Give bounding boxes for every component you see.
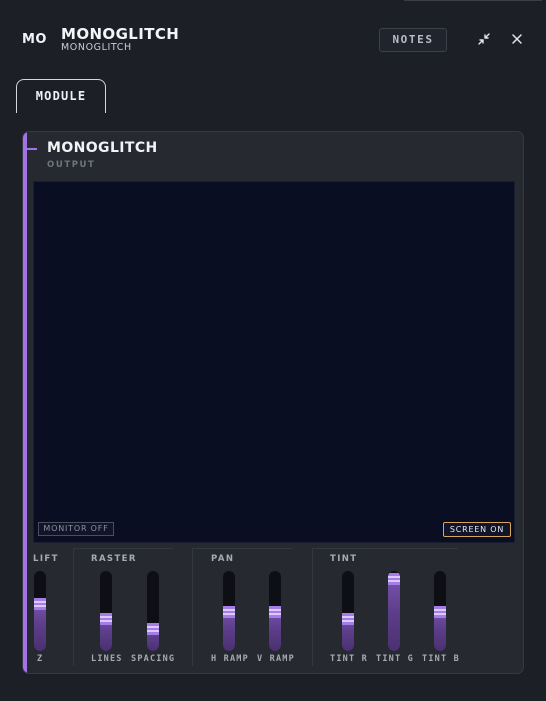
screen-on-button[interactable]: SCREEN ON	[443, 522, 511, 537]
slider-spacing[interactable]	[147, 571, 159, 651]
slider-thumb[interactable]	[223, 606, 235, 619]
slider-thumb[interactable]	[434, 606, 446, 619]
monitor-off-button[interactable]: MONITOR OFF	[38, 522, 114, 536]
slider-label-z: Z	[37, 654, 44, 664]
slider-thumb[interactable]	[100, 613, 112, 626]
slider-tint-g[interactable]	[388, 571, 400, 651]
module-title: MONOGLITCH	[47, 140, 158, 156]
slider-v-ramp[interactable]	[269, 571, 281, 651]
close-icon[interactable]	[509, 31, 525, 47]
slider-thumb[interactable]	[342, 613, 354, 626]
slider-h-ramp[interactable]	[223, 571, 235, 651]
slider-tint-b[interactable]	[434, 571, 446, 651]
group-separator	[312, 548, 313, 666]
group-label-lift: LIFT	[33, 554, 59, 564]
tab-module[interactable]: MODULE	[16, 79, 106, 113]
slider-z[interactable]	[34, 571, 46, 651]
group-separator	[73, 548, 74, 666]
window-subtitle: MONOGLITCH	[61, 42, 132, 53]
slider-thumb[interactable]	[269, 606, 281, 619]
slider-thumb[interactable]	[388, 573, 400, 586]
group-label-raster: RASTER	[91, 554, 137, 564]
group-divider	[73, 548, 173, 549]
group-label-tint: TINT	[330, 554, 358, 564]
group-separator	[192, 548, 193, 666]
module-accent-tick	[27, 148, 37, 150]
slider-label-tint-r: TINT R	[330, 654, 368, 664]
module-accent-bar	[23, 132, 27, 673]
slider-label-spacing: SPACING	[131, 654, 176, 664]
group-label-pan: PAN	[211, 554, 235, 564]
window-title: MONOGLITCH	[61, 25, 180, 43]
slider-label-tint-g: TINT G	[376, 654, 414, 664]
module-subtitle: OUTPUT	[47, 160, 96, 170]
slider-label-tint-b: TINT B	[422, 654, 460, 664]
collapse-icon[interactable]	[476, 31, 492, 47]
module-abbreviation: MO	[22, 32, 47, 47]
header: MO MONOGLITCH MONOGLITCH NOTES	[0, 0, 546, 72]
slider-thumb[interactable]	[147, 622, 159, 635]
group-divider	[192, 548, 292, 549]
slider-label-lines: LINES	[91, 654, 123, 664]
group-divider	[312, 548, 458, 549]
notes-button[interactable]: NOTES	[379, 28, 447, 52]
slider-lines[interactable]	[100, 571, 112, 651]
output-screen: MONITOR OFF SCREEN ON	[33, 181, 515, 543]
slider-thumb[interactable]	[34, 598, 46, 611]
slider-tint-r[interactable]	[342, 571, 354, 651]
slider-label-v-ramp: V RAMP	[257, 654, 295, 664]
module-panel: MONOGLITCH OUTPUT MONITOR OFF SCREEN ON …	[22, 131, 524, 674]
slider-label-h-ramp: H RAMP	[211, 654, 249, 664]
